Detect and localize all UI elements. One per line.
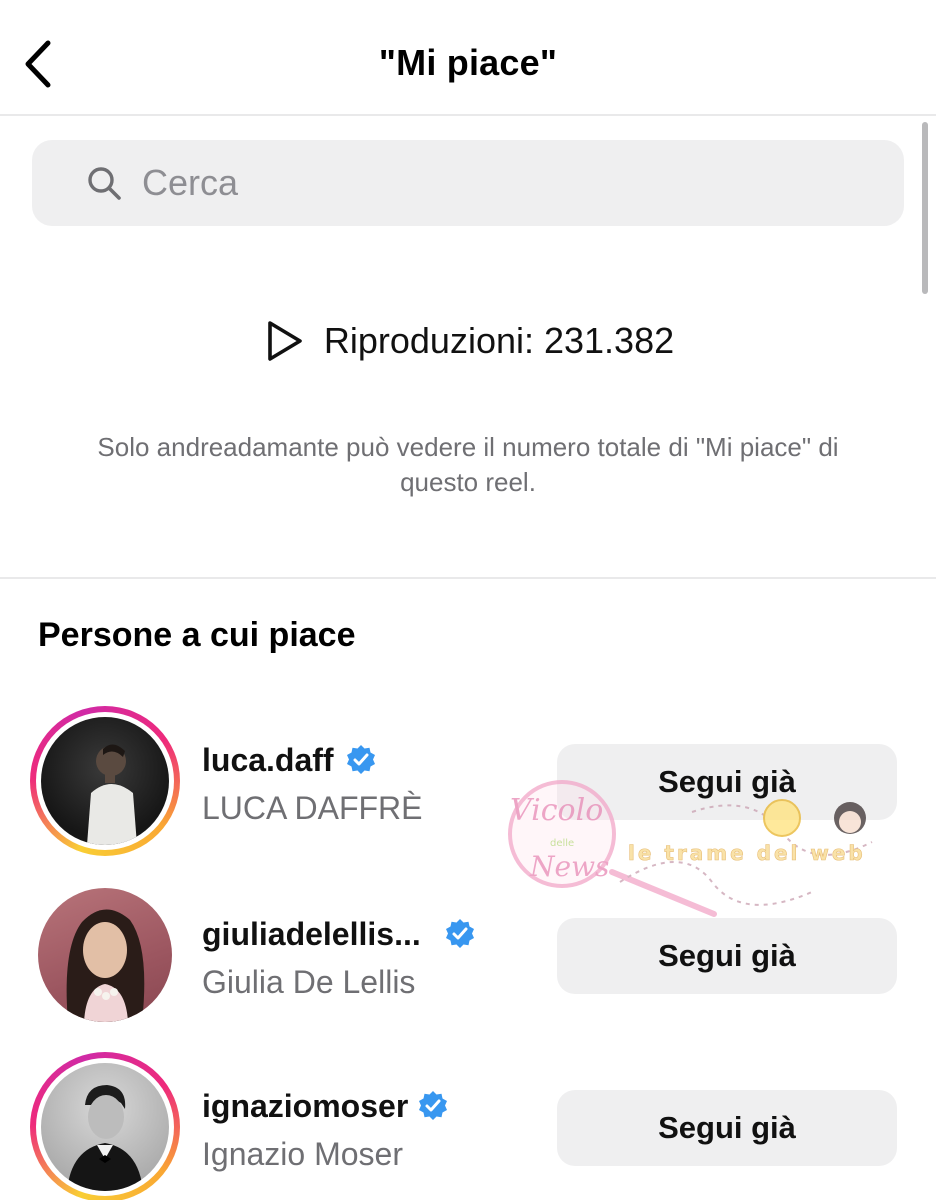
username[interactable]: ignaziomoser xyxy=(202,1088,450,1125)
verified-badge-icon xyxy=(344,744,378,778)
following-button[interactable]: Segui già xyxy=(557,1090,897,1166)
search-input[interactable]: Cerca xyxy=(32,140,904,226)
scrollbar[interactable] xyxy=(922,122,928,294)
search-icon xyxy=(84,163,124,203)
following-button[interactable]: Segui già xyxy=(557,918,897,994)
page-title: "Mi piace" xyxy=(378,42,558,83)
play-icon xyxy=(262,317,306,365)
list-item[interactable]: ignaziomoser Ignazio Moser Segui già xyxy=(0,1052,936,1200)
plays-label: Riproduzioni: 231.382 xyxy=(323,320,675,361)
search-placeholder: Cerca xyxy=(142,162,239,203)
username[interactable]: luca.daff xyxy=(202,742,378,779)
divider xyxy=(0,577,936,579)
list-item[interactable]: giuliadelellis... Giulia De Lellis Segui… xyxy=(0,880,936,1030)
avatar[interactable] xyxy=(30,706,180,856)
username[interactable]: giuliadelellis... xyxy=(202,916,477,953)
list-item[interactable]: luca.daff LUCA DAFFRÈ Segui già xyxy=(0,706,936,856)
verified-badge-icon xyxy=(416,1090,450,1124)
avatar[interactable] xyxy=(30,1052,180,1200)
likes-visibility-note: Solo andreadamante può vedere il numero … xyxy=(97,432,839,497)
following-button[interactable]: Segui già xyxy=(557,744,897,820)
plays-count: Riproduzioni: 231.382 xyxy=(0,316,936,366)
full-name: LUCA DAFFRÈ xyxy=(202,790,423,826)
avatar[interactable] xyxy=(30,880,180,1030)
header-bar: "Mi piace" xyxy=(0,0,936,116)
full-name: Ignazio Moser xyxy=(202,1136,403,1172)
full-name: Giulia De Lellis xyxy=(202,964,416,1000)
section-title: Persone a cui piace xyxy=(38,616,356,654)
verified-badge-icon xyxy=(443,918,477,952)
